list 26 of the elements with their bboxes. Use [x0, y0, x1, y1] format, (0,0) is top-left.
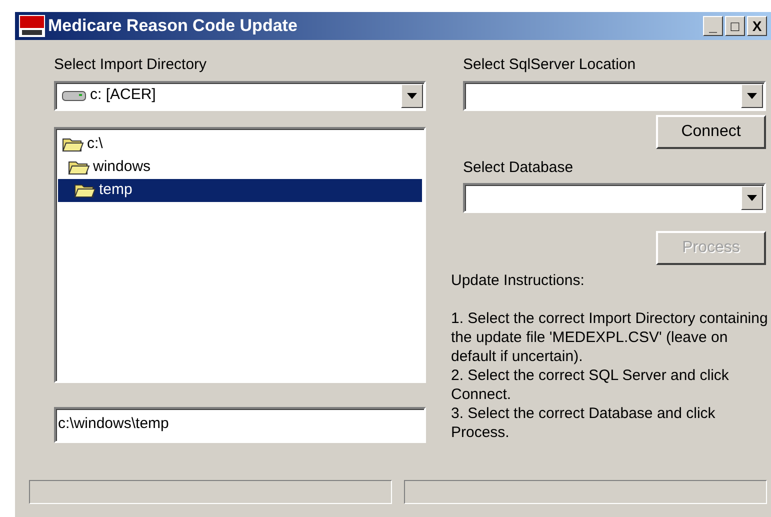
database-dropdown[interactable]	[463, 183, 766, 213]
minimize-button[interactable]: _	[703, 16, 723, 36]
path-value: c:\windows\temp	[58, 414, 169, 434]
field-label: Select Database	[463, 158, 574, 178]
instructions-heading: Update Instructions:	[451, 271, 586, 290]
path-field[interactable]: c:\windows\temp	[54, 406, 426, 442]
close-button[interactable]: X	[747, 16, 767, 36]
tree-item[interactable]: c:\	[58, 132, 422, 156]
instruction-step: 3. Select the correct Database and click Process.	[451, 404, 769, 442]
app-logo-icon	[19, 15, 45, 37]
folder-icon	[68, 159, 90, 175]
tree-item[interactable]: windows	[58, 156, 422, 178]
maximize-button[interactable]: □	[725, 16, 745, 36]
window-title: Medicare Reason Code Update	[48, 15, 298, 38]
folder-icon	[74, 182, 96, 198]
folder-icon	[62, 136, 84, 152]
sqlserver-dropdown[interactable]	[463, 80, 766, 110]
drive-value: c: [ACER]	[90, 85, 156, 106]
drive-icon	[62, 90, 86, 102]
field-label: Select Import Directory	[54, 55, 208, 75]
drive-dropdown[interactable]: c: [ACER]	[54, 80, 426, 110]
field-label: Select SqlServer Location	[463, 55, 637, 75]
instruction-step: 1. Select the correct Import Directory containing the update file 'MEDEXPL.CSV' (leave on default if uncertain).	[451, 309, 769, 366]
instruction-step: 2. Select the correct SQL Server and click Connect.	[451, 366, 769, 404]
connect-button[interactable]: Connect	[656, 114, 766, 148]
tree-item[interactable]: temp	[58, 178, 422, 202]
